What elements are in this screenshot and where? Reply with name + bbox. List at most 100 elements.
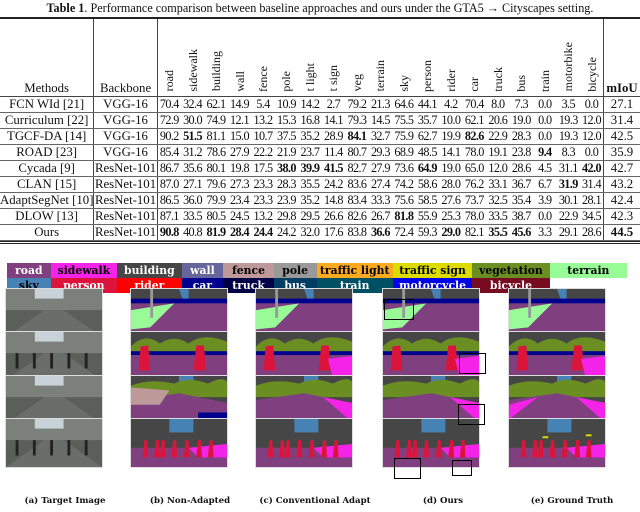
table-row: AdaptSegNet [10] ResNet-101 86.5 36.0 79.9 23… [0,192,640,210]
class-header: building [204,18,228,97]
iou-cell: 64.9 [415,160,440,177]
iou-cell: 80.5 [204,208,228,226]
column-label-ours: (d) Ours [422,496,464,506]
legend-item-fence: fence [223,263,274,278]
table-row: ROAD [23] VGG-16 85.4 31.2 78.6 27.9 22.2 21.9 2… [0,144,640,161]
iou-cell: 78.6 [204,144,228,161]
iou-cell: 10.7 [251,128,275,145]
iou-cell: 27.9 [368,160,393,177]
street-photo [6,376,102,424]
bottom-rule [0,241,640,245]
class-header: t light [298,18,322,97]
iou-cell: 14.8 [321,192,346,210]
iou-cell: 35.2 [298,192,322,210]
segmentation-map [256,419,352,467]
class-header: car [462,18,487,97]
highlight-box [452,460,472,476]
legend-row: road sidewalk building wall fence pole traffic… [7,263,627,278]
iou-cell: 8.0 [486,96,510,113]
iou-cell: 15.3 [274,112,299,129]
method-cell: Curriculum [22] [0,112,95,129]
iou-cell: 32.4 [180,96,205,113]
iou-cell: 15.0 [227,128,252,145]
iou-cell: 21.3 [368,96,393,113]
iou-cell: 38.0 [274,160,299,177]
iou-cell: 65.0 [462,160,487,177]
miou-cell: 35.9 [603,144,640,161]
iou-cell: 22.9 [556,208,581,226]
iou-cell: 12.0 [580,112,604,129]
class-header-label: sidewalk [185,48,200,92]
segmentation-map [131,419,227,467]
class-header-label: terrain [373,60,388,92]
miou-cell: 43.2 [603,176,640,194]
class-header: train [533,18,557,97]
iou-cell: 73.6 [392,160,416,177]
iou-cell: 86.5 [157,192,181,210]
iou-cell: 73.7 [462,192,487,210]
backbone-cell: ResNet-101 [93,176,158,194]
iou-cell: 12.0 [486,160,510,177]
class-header: t sign [321,18,346,97]
iou-cell: 70.4 [462,96,487,113]
class-header-label: t light [302,63,317,92]
iou-cell: 29.3 [368,144,393,161]
iou-cell: 20.6 [486,112,510,129]
backbone-cell: ResNet-101 [93,208,158,226]
iou-cell: 78.0 [462,144,487,161]
iou-cell: 23.3 [251,176,275,194]
method-cell: ROAD [23] [0,144,95,161]
iou-cell: 35.5 [298,176,322,194]
backbone-cell: ResNet-101 [93,192,158,210]
class-header-label: truck [490,66,505,92]
iou-cell: 14.2 [298,96,322,113]
iou-cell: 13.2 [251,208,275,226]
iou-cell: 28.3 [509,128,534,145]
iou-cell: 10.9 [274,96,299,113]
miou-header: mIoU [603,18,640,97]
iou-cell: 59.3 [415,224,440,242]
method-cell: AdaptSegNet [10] [0,192,95,210]
iou-cell: 7.3 [509,96,534,113]
panel-non-adapted-row-4 [130,418,228,468]
iou-cell: 19.1 [486,144,510,161]
iou-cell: 81.8 [392,208,416,226]
iou-cell: 86.7 [157,160,181,177]
iou-cell: 85.4 [157,144,181,161]
iou-cell: 75.5 [392,112,416,129]
iou-cell: 35.5 [486,224,510,242]
segmentation-map [509,419,605,467]
segmentation-map [131,289,227,337]
segmentation-map [509,289,605,337]
iou-cell: 82.6 [462,128,487,145]
class-header: person [415,18,440,97]
class-header-label: t sign [326,65,341,92]
class-header-label: car [467,76,482,92]
iou-cell: 4.5 [533,160,557,177]
table-row: TGCF-DA [14] VGG-16 90.2 51.5 81.1 15.0 10.7 37… [0,128,640,145]
iou-cell: 74.9 [204,112,228,129]
iou-cell: 19.0 [439,160,463,177]
highlight-box [394,458,421,479]
iou-cell: 14.1 [439,144,463,161]
iou-cell: 83.8 [345,224,369,242]
method-cell: Cycada [9] [0,160,95,177]
class-header-label: wall [232,70,247,92]
iou-cell: 55.9 [415,208,440,226]
miou-cell: 31.4 [603,112,640,129]
iou-cell: 26.6 [321,208,346,226]
iou-cell: 35.7 [415,112,440,129]
panel-ground-truth-row-2 [508,331,606,381]
iou-cell: 62.7 [415,128,440,145]
iou-cell: 25.3 [439,208,463,226]
iou-cell: 28.4 [227,224,252,242]
iou-cell: 87.0 [157,176,181,194]
iou-cell: 19.0 [509,112,534,129]
legend-item-building: building [117,263,182,278]
iou-cell: 27.9 [227,144,252,161]
iou-cell: 75.9 [392,128,416,145]
class-header: pole [274,18,299,97]
panel-non-adapted-row-2 [130,331,228,381]
iou-cell: 32.7 [368,128,393,145]
class-header-label: sky [396,74,411,92]
